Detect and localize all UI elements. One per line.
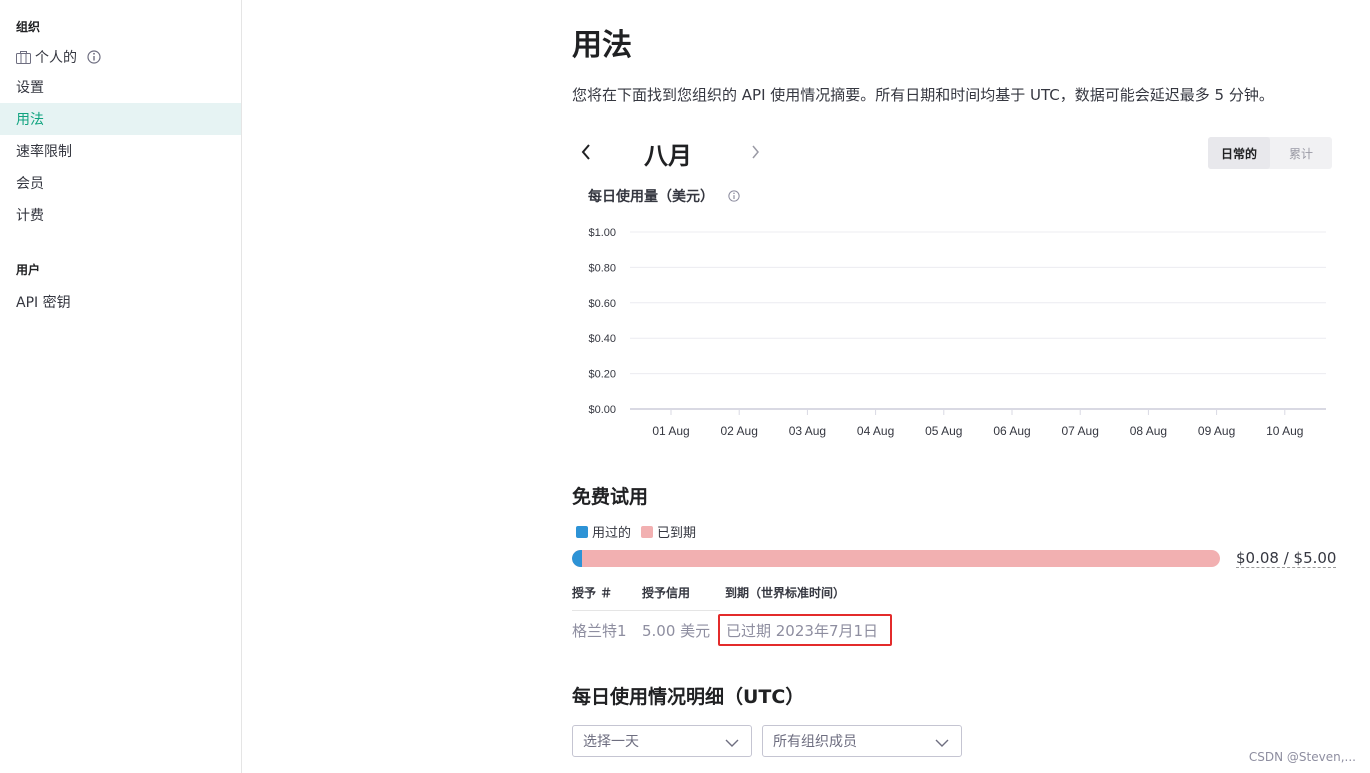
sidebar-section-organization: 组织	[16, 20, 41, 34]
x-tick-label: 03 Aug	[789, 424, 826, 438]
sidebar-section-user: 用户	[16, 263, 41, 277]
grant-expiry-header: 到期（世界标准时间）	[725, 586, 846, 600]
chevron-right-icon[interactable]	[746, 142, 766, 162]
credit-amount[interactable]: $0.08 / $5.00	[1236, 549, 1337, 568]
info-icon[interactable]	[87, 50, 101, 64]
sidebar-item-label: 设置	[16, 80, 44, 96]
info-icon[interactable]	[728, 190, 740, 202]
sidebar-item-label: 会员	[16, 176, 44, 192]
x-tick-label: 10 Aug	[1266, 424, 1303, 438]
sidebar: 组织 个人的 设置 用法 速率限制 会员 计费 用户 API 密钥	[0, 0, 242, 773]
daily-usage-chart: $0.00 $0.20 $0.40 $0.60 $0.80 $1.00 01 Aug 02 A…	[588, 227, 1326, 438]
day-select-placeholder: 选择一天	[583, 734, 639, 750]
month-label: 八月	[644, 142, 692, 170]
legend-expired-swatch	[641, 525, 654, 538]
expiry-highlight-box	[718, 614, 892, 646]
y-tick-label: $0.80	[588, 262, 616, 274]
sidebar-item-label: 用法	[16, 112, 44, 128]
y-tick-label: $0.00	[588, 404, 616, 416]
legend-expired-label: 已到期	[657, 526, 697, 541]
x-tick-label: 07 Aug	[1062, 424, 1099, 438]
cumulative-toggle-button[interactable]: 累计	[1270, 137, 1332, 169]
sidebar-item-api-keys[interactable]: API 密钥	[0, 286, 241, 318]
grant-number-header: 授予 ＃	[572, 586, 613, 600]
free-trial-legend: 用过的 已到期	[576, 522, 706, 541]
y-tick-label: $0.60	[588, 298, 616, 310]
daily-breakdown-title: 每日使用情况明细（UTC）	[572, 686, 805, 708]
page-title: 用法	[572, 28, 632, 63]
legend-used-label: 用过的	[592, 526, 632, 541]
grant-credit-header: 授予信用	[642, 586, 691, 600]
credit-used-fill	[572, 550, 582, 567]
x-tick-label: 08 Aug	[1130, 424, 1167, 438]
grant-number-cell: 格兰特1	[572, 622, 627, 640]
sidebar-item-billing[interactable]: 计费	[0, 199, 241, 231]
member-select[interactable]: 所有组织成员	[762, 725, 962, 757]
page-description: 您将在下面找到您组织的 API 使用情况摘要。所有日期和时间均基于 UTC，数据…	[572, 86, 1274, 104]
x-tick-label: 09 Aug	[1198, 424, 1235, 438]
legend-used: 用过的	[576, 522, 631, 541]
sidebar-item-label: 速率限制	[16, 144, 72, 160]
chart-title: 每日使用量（美元）	[588, 189, 714, 205]
sidebar-item-label: 计费	[16, 208, 44, 224]
day-select[interactable]: 选择一天	[572, 725, 752, 757]
chart-title-row: 每日使用量（美元）	[588, 186, 740, 206]
sidebar-item-members[interactable]: 会员	[0, 167, 241, 199]
x-tick-label: 05 Aug	[925, 424, 962, 438]
daily-toggle-button[interactable]: 日常的	[1208, 137, 1270, 169]
sidebar-item-personal[interactable]: 个人的	[0, 41, 241, 73]
legend-used-swatch	[576, 525, 588, 538]
month-navigation: 八月 日常的 累计	[572, 136, 1332, 170]
watermark: CSDN @Steven,...	[1248, 750, 1356, 764]
briefcase-icon	[16, 50, 31, 64]
sidebar-item-label: API 密钥	[16, 295, 71, 311]
x-tick-label: 04 Aug	[857, 424, 894, 438]
chevron-down-icon	[935, 736, 949, 752]
sidebar-item-usage[interactable]: 用法	[0, 103, 241, 135]
x-tick-label: 06 Aug	[993, 424, 1030, 438]
x-tick-label: 02 Aug	[721, 424, 758, 438]
y-tick-label: $1.00	[588, 227, 616, 239]
view-toggle: 日常的 累计	[1208, 137, 1332, 169]
free-trial-title: 免费试用	[572, 486, 649, 508]
credit-progress-bar	[572, 550, 1220, 567]
sidebar-item-settings[interactable]: 设置	[0, 71, 241, 103]
x-tick-label: 01 Aug	[652, 424, 689, 438]
sidebar-item-rate-limits[interactable]: 速率限制	[0, 135, 241, 167]
y-tick-label: $0.40	[588, 333, 616, 345]
grant-credit-cell: 5.00 美元	[642, 622, 711, 640]
member-select-value: 所有组织成员	[773, 734, 857, 750]
chevron-left-icon[interactable]	[576, 142, 596, 162]
legend-expired: 已到期	[641, 522, 696, 541]
y-tick-label: $0.20	[588, 369, 616, 381]
sidebar-item-label: 个人的	[35, 50, 77, 66]
table-divider	[572, 610, 720, 611]
chevron-down-icon	[725, 736, 739, 752]
